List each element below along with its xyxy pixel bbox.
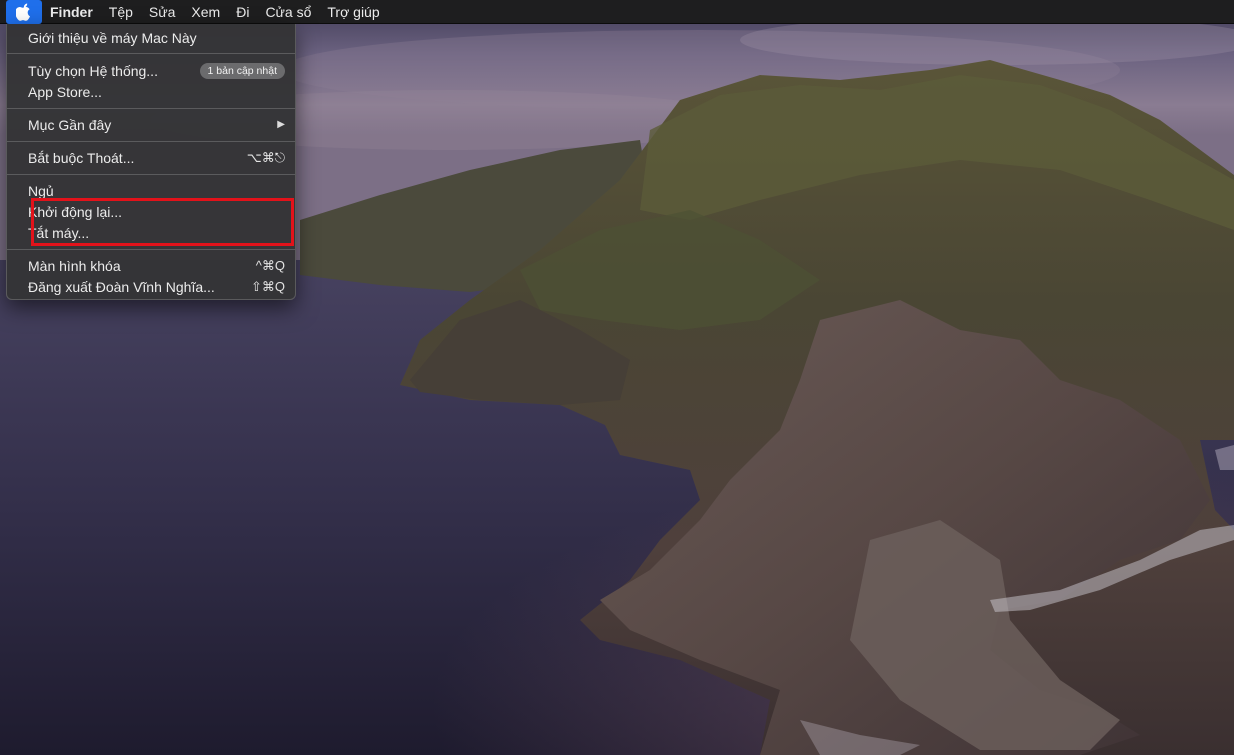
menu-item-label: Mục Gần đây [28, 116, 112, 133]
apple-dropdown-menu: Giới thiệu về máy Mac Này Tùy chọn Hệ th… [6, 24, 296, 300]
menu-finder[interactable]: Finder [42, 0, 101, 24]
apple-logo-icon [16, 3, 30, 21]
submenu-arrow-icon: ▶ [277, 119, 285, 130]
menu-item-recent-items[interactable]: Mục Gần đây ▶ [7, 114, 295, 135]
menu-item-app-store[interactable]: App Store... [7, 81, 295, 102]
update-badge: 1 bản cập nhật [199, 62, 285, 79]
menu-help[interactable]: Trợ giúp [319, 0, 387, 24]
annotation-highlight-box [31, 198, 294, 246]
menu-item-lock-screen[interactable]: Màn hình khóa ^⌘Q [7, 255, 295, 276]
menu-item-log-out[interactable]: Đăng xuất Đoàn Vĩnh Nghĩa... ⇧⌘Q [7, 276, 295, 297]
menu-separator [7, 141, 295, 142]
apple-menu-button[interactable] [6, 0, 42, 24]
menu-item-label: Giới thiệu về máy Mac Này [28, 29, 197, 46]
menu-separator [7, 53, 295, 54]
menu-edit[interactable]: Sửa [141, 0, 184, 24]
menu-bar: Finder Tệp Sửa Xem Đi Cửa sổ Trợ giúp [0, 0, 1234, 24]
menu-item-label: Bắt buộc Thoát... [28, 149, 135, 166]
menu-file[interactable]: Tệp [101, 0, 141, 24]
menu-item-system-preferences[interactable]: Tùy chọn Hệ thống... 1 bản cập nhật [7, 60, 295, 81]
menu-item-about-mac[interactable]: Giới thiệu về máy Mac Này [7, 27, 295, 48]
shortcut-label: ^⌘Q [255, 257, 285, 273]
menu-separator [7, 108, 295, 109]
menu-item-label: App Store... [28, 83, 102, 100]
shortcut-label: ⌥⌘⎋ [246, 149, 285, 165]
menu-view[interactable]: Xem [183, 0, 228, 24]
menu-separator [7, 249, 295, 250]
menu-item-label: Ngủ [28, 182, 54, 199]
menu-go[interactable]: Đi [228, 0, 257, 24]
menu-item-force-quit[interactable]: Bắt buộc Thoát... ⌥⌘⎋ [7, 147, 295, 168]
menu-item-label: Tùy chọn Hệ thống... [28, 62, 158, 79]
menu-window[interactable]: Cửa sổ [257, 0, 319, 24]
menu-item-label: Đăng xuất Đoàn Vĩnh Nghĩa... [28, 278, 215, 295]
menu-item-label: Màn hình khóa [28, 257, 121, 274]
menu-separator [7, 174, 295, 175]
shortcut-label: ⇧⌘Q [250, 278, 285, 294]
